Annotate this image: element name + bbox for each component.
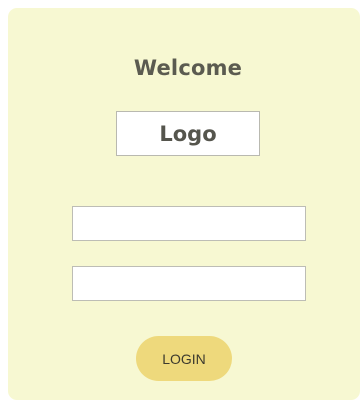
page-title: Welcome (133, 56, 243, 80)
username-input[interactable] (72, 206, 306, 241)
logo-placeholder: Logo (116, 111, 260, 156)
logo-text: Logo (159, 121, 217, 146)
password-input[interactable] (72, 266, 306, 301)
login-button[interactable]: LOGIN (136, 336, 232, 381)
